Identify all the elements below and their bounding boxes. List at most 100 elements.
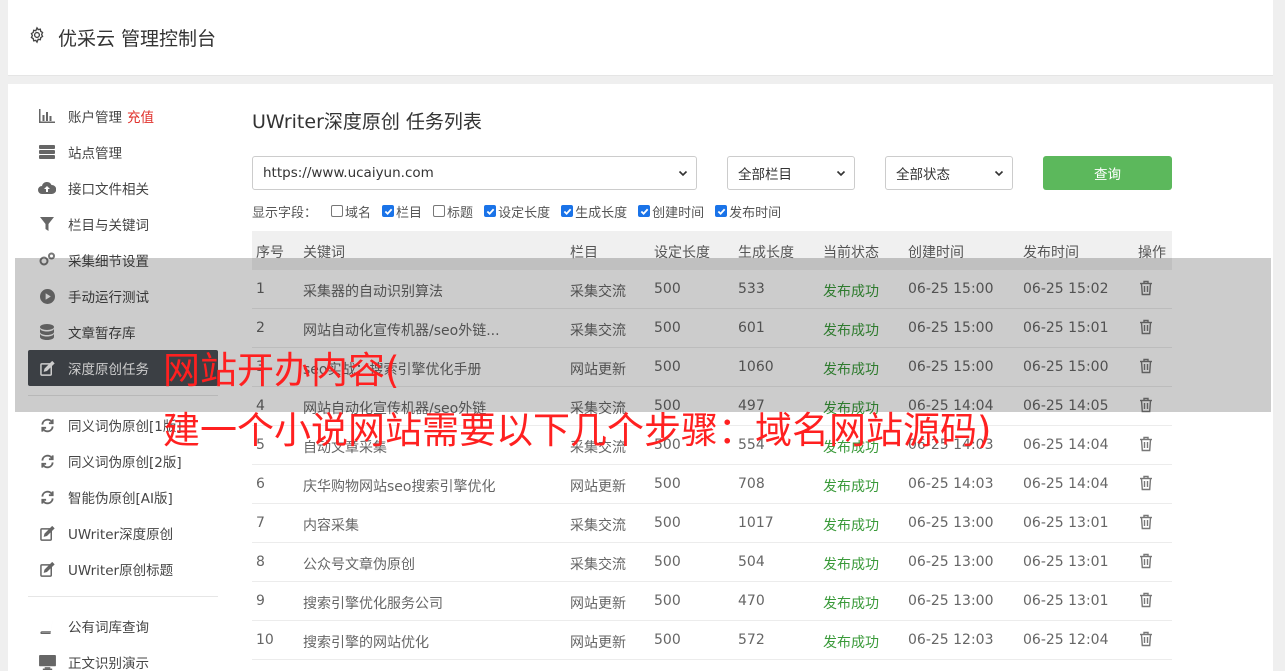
trash-icon: [1140, 280, 1152, 296]
sidebar-item-account[interactable]: 账户管理 充值: [28, 98, 218, 134]
field-checkbox[interactable]: 生成长度: [561, 202, 627, 221]
recharge-link[interactable]: 充值: [127, 106, 154, 126]
monitor-icon: [38, 653, 56, 671]
field-checkbox[interactable]: 标题: [433, 202, 473, 221]
sidebar-item-deep-original-task[interactable]: 深度原创任务: [28, 350, 218, 386]
trash-icon: [1140, 397, 1152, 413]
col-index-cell: 5: [256, 437, 265, 453]
task-table: 序号 关键词 栏目 设定长度 生成长度 当前状态 创建时间 发布时间 操作 1 采集器的自动识别算…: [252, 231, 1172, 660]
col-keyword-header: 关键词: [303, 245, 345, 261]
refresh-icon: [38, 416, 56, 434]
field-checkbox[interactable]: 栏目: [382, 202, 422, 221]
field-checkbox[interactable]: 创建时间: [638, 202, 704, 221]
table-row-cells: 5 自动文章采集 采集交流 500 554 发布成功 06-25 14:03 06-25 14…: [252, 426, 1172, 464]
table-row-cells: 9 搜索引擎优化服务公司 网站更新 500 470 发布成功 06-25 13:00 06-2…: [252, 582, 1172, 620]
checkbox-unchecked[interactable]: [331, 205, 344, 217]
app-title: 优采云 管理控制台: [58, 28, 217, 50]
col-keyword-cell: 公众号文章伪原创: [303, 557, 415, 573]
col-status-header: 当前状态: [823, 245, 879, 261]
field-checkbox[interactable]: 设定长度: [484, 202, 550, 221]
sidebar-divider: [28, 395, 218, 396]
table-row: 2 网站自动化宣传机器/seo外链... 采集交流 500 601 发布成功 06-25 1…: [252, 309, 1172, 348]
sidebar-item-collect-settings[interactable]: 采集细节设置: [28, 242, 218, 278]
col-created-cell: 06-25 12:03: [908, 632, 994, 648]
col-status-cell: 发布成功: [823, 557, 879, 573]
delete-button[interactable]: [1139, 358, 1153, 378]
col-index-cell: 1: [256, 281, 265, 297]
page-title: UWriter深度原创 任务列表: [252, 111, 482, 133]
site-select[interactable]: https://www.ucaiyun.com: [252, 156, 697, 190]
col-gen-length-cell: 554: [738, 437, 765, 453]
checkbox-checked[interactable]: [561, 205, 574, 217]
col-index-cell: 2: [256, 320, 265, 336]
sidebar-item-label: 账户管理: [68, 110, 122, 126]
delete-button[interactable]: [1139, 280, 1153, 300]
delete-button[interactable]: [1139, 397, 1153, 417]
edit-icon: [38, 524, 56, 542]
sidebar-item-columns-keywords[interactable]: 栏目与关键词: [28, 206, 218, 242]
checkbox-checked[interactable]: [484, 205, 497, 217]
col-status-cell: 发布成功: [823, 401, 879, 417]
field-checkbox-label: 生成长度: [575, 205, 628, 221]
sidebar-item-sites[interactable]: 站点管理: [28, 134, 218, 170]
col-index-cell: 9: [256, 593, 265, 609]
checkbox-checked[interactable]: [382, 205, 395, 217]
col-status-cell: 发布成功: [823, 323, 879, 339]
sidebar-item-interface-files[interactable]: 接口文件相关: [28, 170, 218, 206]
sidebar-item-public-lexicon[interactable]: 公有词库查询: [28, 608, 218, 644]
col-keyword-cell: 内容采集: [303, 518, 359, 534]
query-button[interactable]: 查询: [1043, 156, 1172, 190]
status-select[interactable]: 全部状态: [885, 156, 1013, 190]
col-gen-length-cell: 1060: [738, 359, 774, 375]
table-header-cells: 序号 关键词 栏目 设定长度 生成长度 当前状态 创建时间 发布时间 操作: [252, 231, 1172, 270]
delete-button[interactable]: [1139, 592, 1153, 612]
delete-button[interactable]: [1139, 319, 1153, 339]
sidebar-item-uwriter-deep[interactable]: UWriter深度原创: [28, 515, 218, 551]
checkbox-checked[interactable]: [638, 205, 651, 217]
sidebar-item-article-store[interactable]: 文章暂存库: [28, 314, 218, 350]
sidebar-item-text-recognition[interactable]: 正文识别演示: [28, 644, 218, 671]
table-row-cells: 7 内容采集 采集交流 500 1017 发布成功 06-25 13:00 06-25 13:…: [252, 504, 1172, 542]
table-row-cells: 6 庆华购物网站seo搜索引擎优化 网站更新 500 708 发布成功 06-25 14:0…: [252, 465, 1172, 503]
col-gen-length-cell: 470: [738, 593, 765, 609]
col-set-length-cell: 500: [654, 320, 681, 336]
col-gen-length-cell: 497: [738, 398, 765, 414]
table-body: 1 采集器的自动识别算法 采集交流 500 533 发布成功 06-25 15:00 06-2…: [252, 270, 1172, 660]
sidebar-item-synonym-v1[interactable]: 同义词伪原创[1版]: [28, 407, 218, 443]
delete-button[interactable]: [1139, 631, 1153, 651]
cloud-upload-icon: [38, 179, 56, 197]
sidebar-item-uwriter-title[interactable]: UWriter原创标题: [28, 551, 218, 587]
column-select[interactable]: 全部栏目: [727, 156, 855, 190]
col-set-length-cell: 500: [654, 398, 681, 414]
field-checkbox[interactable]: 发布时间: [715, 202, 781, 221]
delete-button[interactable]: [1139, 553, 1153, 573]
trash-icon: [1140, 475, 1152, 491]
sidebar-item-manual-run[interactable]: 手动运行测试: [28, 278, 218, 314]
col-index-cell: 4: [256, 398, 265, 414]
sidebar-item-synonym-v2[interactable]: 同义词伪原创[2版]: [28, 443, 218, 479]
col-column-cell: 网站更新: [570, 362, 626, 378]
delete-button[interactable]: [1139, 436, 1153, 456]
table-row-cells: 1 采集器的自动识别算法 采集交流 500 533 发布成功 06-25 15:00 06-2…: [252, 270, 1172, 308]
sidebar-item-label: 正文识别演示: [68, 656, 149, 671]
chevron-down-icon: [678, 170, 688, 177]
refresh-icon: [38, 488, 56, 506]
display-fields: 显示字段： 域名 栏目 标题 设定长度 生成长度 创建时间 发布时间: [252, 202, 792, 221]
field-checkbox[interactable]: 域名: [331, 202, 371, 221]
delete-button[interactable]: [1139, 514, 1153, 534]
col-set-length-cell: 500: [654, 515, 681, 531]
sidebar-item-smart-ai[interactable]: 智能伪原创[AI版]: [28, 479, 218, 515]
col-gen-length-cell: 601: [738, 320, 765, 336]
sidebar: 账户管理 充值 站点管理 接口文件相关 栏目与关键词 采集细节设置 手动运行测试…: [28, 98, 218, 671]
col-created-cell: 06-25 13:00: [908, 515, 994, 531]
checkbox-checked[interactable]: [715, 205, 728, 217]
col-created-cell: 06-25 15:00: [908, 359, 994, 375]
delete-button[interactable]: [1139, 475, 1153, 495]
col-status-cell: 发布成功: [823, 635, 879, 651]
field-checkbox-label: 栏目: [396, 205, 423, 221]
checkbox-unchecked[interactable]: [433, 205, 446, 217]
col-column-cell: 网站更新: [570, 479, 626, 495]
sidebar-item-label: 栏目与关键词: [68, 218, 149, 234]
field-checkbox-label: 标题: [447, 205, 474, 221]
col-gen-length-cell: 533: [738, 281, 765, 297]
